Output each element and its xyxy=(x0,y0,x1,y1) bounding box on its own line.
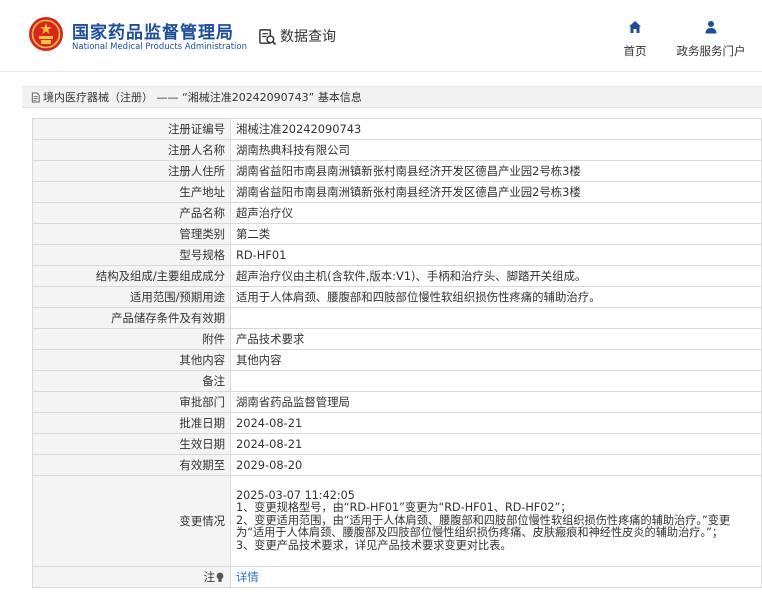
nav-home[interactable]: 首页 xyxy=(620,20,650,59)
table-row: 有效期至 2029-08-20 xyxy=(32,454,762,476)
field-label: 附件 xyxy=(32,328,231,350)
nav-gov-service-portal[interactable]: 政务服务门户 xyxy=(672,20,750,59)
field-label: 产品储存条件及有效期 xyxy=(32,307,231,329)
field-value: 适用于人体肩颈、腰腹部和四肢部位慢性软组织损伤性疼痛的辅助治疗。 xyxy=(230,286,762,308)
field-label: 审批部门 xyxy=(32,391,231,413)
field-value: 超声治疗仪由主机(含软件,版本:V1)、手柄和治疗头、脚踏开关组成。 xyxy=(230,265,762,287)
field-value: 湖南热典科技有限公司 xyxy=(230,139,762,161)
change-history-line: 3、变更产品技术要求，详见产品技术要求变更对比表。 xyxy=(236,538,512,552)
field-value xyxy=(230,370,762,392)
breadcrumb: 境内医疗器械（注册） —— “湘械注准20242090743” 基本信息 xyxy=(22,86,762,108)
field-label: 结构及组成/主要组成成分 xyxy=(32,265,231,287)
nav-home-label: 首页 xyxy=(623,44,647,58)
field-value: 湖南省药品监督管理局 xyxy=(230,391,762,413)
tip-label-text: 注 xyxy=(203,570,215,584)
nav-portal-label: 政务服务门户 xyxy=(676,44,746,58)
table-row: 产品储存条件及有效期 xyxy=(32,307,762,329)
field-value: 2024-08-21 xyxy=(230,433,762,455)
field-label: 生产地址 xyxy=(32,181,231,203)
detail-table: 注册证编号 湘械注准20242090743 注册人名称 湖南热典科技有限公司 注册人住所… xyxy=(32,118,762,588)
field-value: 湘械注准20242090743 xyxy=(230,118,762,140)
table-row-tip: 注 详情 xyxy=(32,566,762,588)
field-value: 湖南省益阳市南县南洲镇新张村南县经济开发区德昌产业园2号栋3楼 xyxy=(230,160,762,182)
field-value: 其他内容 xyxy=(230,349,762,371)
table-row: 结构及组成/主要组成成分 超声治疗仪由主机(含软件,版本:V1)、手柄和治疗头、脚… xyxy=(32,265,762,287)
tip-label: 注 xyxy=(204,570,225,584)
field-value xyxy=(230,307,762,329)
field-label: 批准日期 xyxy=(32,412,231,434)
tip-value: 详情 xyxy=(230,566,762,588)
field-label: 型号规格 xyxy=(32,244,231,266)
field-label: 产品名称 xyxy=(32,202,231,224)
home-icon xyxy=(629,21,641,33)
field-label: 备注 xyxy=(32,370,231,392)
field-label: 有效期至 xyxy=(32,454,231,476)
table-row-change-history: 变更情况 2025-03-07 11:42:05 1、变更规格型号，由“RD-HF0… xyxy=(32,475,762,567)
table-row: 注册人名称 湖南热典科技有限公司 xyxy=(32,139,762,161)
field-label: 适用范围/预期用途 xyxy=(32,286,231,308)
field-label: 注册人住所 xyxy=(32,160,231,182)
table-row: 产品名称 超声治疗仪 xyxy=(32,202,762,224)
tip-label-cell: 注 xyxy=(32,566,231,588)
detail-table-container: 注册证编号 湘械注准20242090743 注册人名称 湖南热典科技有限公司 注册人住所… xyxy=(32,118,762,588)
field-label: 生效日期 xyxy=(32,433,231,455)
field-value: 2024-08-21 xyxy=(230,412,762,434)
change-history-line: 2、变更适用范围，由“适用于人体肩颈、腰腹部和四肢部位慢性软组织损伤性疼痛的辅助… xyxy=(236,513,731,540)
table-row: 其他内容 其他内容 xyxy=(32,349,762,371)
table-row: 适用范围/预期用途 适用于人体肩颈、腰腹部和四肢部位慢性软组织损伤性疼痛的辅助治疗… xyxy=(32,286,762,308)
site-title-en[interactable]: National Medical Products Administration xyxy=(72,42,247,52)
national-emblem-icon xyxy=(29,17,63,51)
change-history-value: 2025-03-07 11:42:05 1、变更规格型号，由“RD-HF01”变更… xyxy=(230,475,762,567)
field-label: 管理类别 xyxy=(32,223,231,245)
site-title-cn[interactable]: 国家药品监督管理局 xyxy=(72,18,234,43)
field-label: 注册证编号 xyxy=(32,118,231,140)
table-row: 审批部门 湖南省药品监督管理局 xyxy=(32,391,762,413)
site-header: 国家药品监督管理局 National Medical Products Admi… xyxy=(0,0,762,72)
table-row: 注册证编号 湘械注准20242090743 xyxy=(32,118,762,140)
table-row: 注册人住所 湖南省益阳市南县南洲镇新张村南县经济开发区德昌产业园2号栋3楼 xyxy=(32,160,762,182)
field-value: 2029-08-20 xyxy=(230,454,762,476)
data-query-label: 数据查询 xyxy=(280,29,336,45)
document-icon xyxy=(31,91,40,103)
table-row: 型号规格 RD-HF01 xyxy=(32,244,762,266)
breadcrumb-text: 境内医疗器械（注册） —— “湘械注准20242090743” 基本信息 xyxy=(43,91,362,104)
field-value: RD-HF01 xyxy=(230,244,762,266)
field-label: 其他内容 xyxy=(32,349,231,371)
table-row: 生效日期 2024-08-21 xyxy=(32,433,762,455)
table-row: 批准日期 2024-08-21 xyxy=(32,412,762,434)
field-label: 注册人名称 xyxy=(32,139,231,161)
table-row: 备注 xyxy=(32,370,762,392)
change-history-label: 变更情况 xyxy=(32,475,231,567)
data-query-icon xyxy=(259,28,277,45)
details-link[interactable]: 详情 xyxy=(236,570,259,584)
user-icon xyxy=(705,21,717,34)
table-row: 生产地址 湖南省益阳市南县南洲镇新张村南县经济开发区德昌产业园2号栋3楼 xyxy=(32,181,762,203)
field-value: 第二类 xyxy=(230,223,762,245)
data-query-link[interactable]: 数据查询 xyxy=(258,25,336,47)
lightbulb-icon xyxy=(216,572,224,582)
field-value: 超声治疗仪 xyxy=(230,202,762,224)
table-row: 管理类别 第二类 xyxy=(32,223,762,245)
table-row: 附件 产品技术要求 xyxy=(32,328,762,350)
change-history-line: 1、变更规格型号，由“RD-HF01”变更为“RD-HF01、RD-HF02”； xyxy=(236,501,572,515)
field-value: 湖南省益阳市南县南洲镇新张村南县经济开发区德昌产业园2号栋3楼 xyxy=(230,181,762,203)
field-value: 产品技术要求 xyxy=(230,328,762,350)
